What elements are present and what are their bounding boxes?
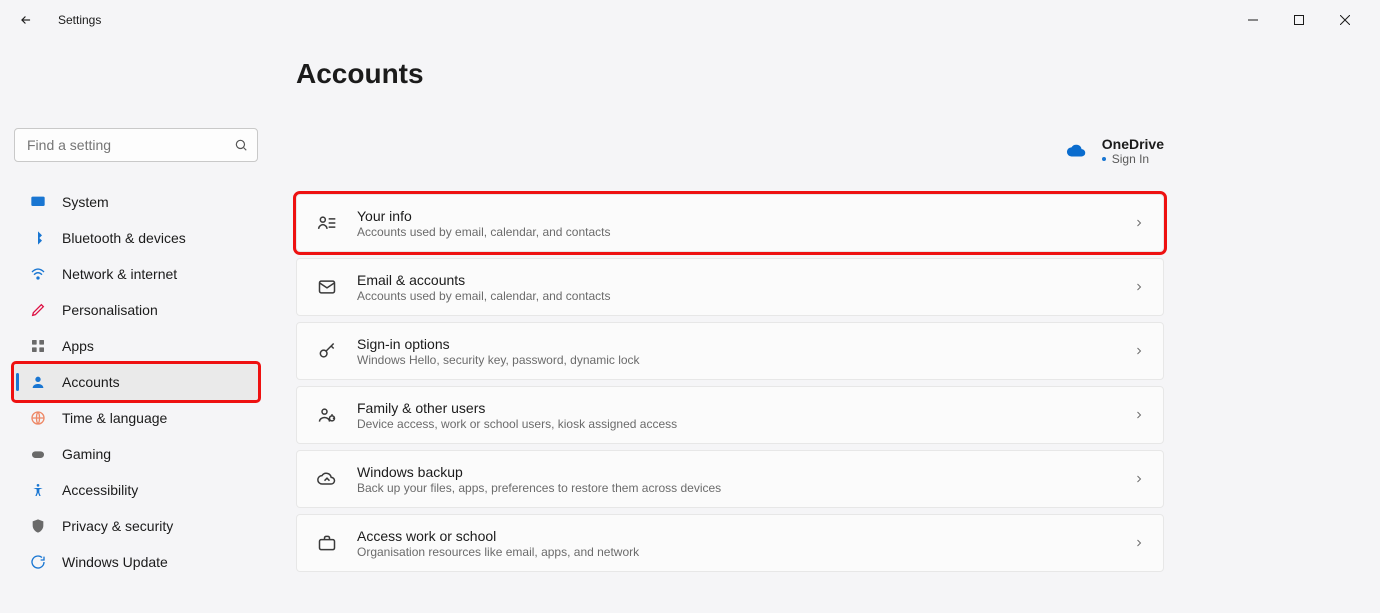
sidebar-item-label: Time & language <box>62 410 167 426</box>
card-text: Windows backup Back up your files, apps,… <box>357 464 1133 495</box>
sidebar-item-label: Windows Update <box>62 554 168 570</box>
sidebar-item-bluetooth[interactable]: Bluetooth & devices <box>14 220 258 256</box>
sidebar-nav: System Bluetooth & devices Network & int… <box>14 184 258 580</box>
accounts-icon <box>28 372 48 392</box>
sidebar-item-label: Accounts <box>62 374 120 390</box>
update-icon <box>28 552 48 572</box>
chevron-right-icon <box>1133 473 1145 485</box>
sidebar-item-privacy[interactable]: Privacy & security <box>14 508 258 544</box>
window-controls <box>1230 4 1368 36</box>
minimize-button[interactable] <box>1230 4 1276 36</box>
search-input[interactable] <box>14 128 258 162</box>
onedrive-title: OneDrive <box>1102 136 1164 152</box>
briefcase-icon <box>315 531 339 555</box>
back-button[interactable] <box>12 6 40 34</box>
sidebar-item-network[interactable]: Network & internet <box>14 256 258 292</box>
chevron-right-icon <box>1133 217 1145 229</box>
window-title: Settings <box>58 13 101 27</box>
sidebar-item-personalisation[interactable]: Personalisation <box>14 292 258 328</box>
card-sub: Windows Hello, security key, password, d… <box>357 353 1133 367</box>
titlebar: Settings <box>0 0 1380 40</box>
sidebar-item-accounts[interactable]: Accounts <box>14 364 258 400</box>
chevron-right-icon <box>1133 409 1145 421</box>
wifi-icon <box>28 264 48 284</box>
onedrive-row: OneDrive Sign In <box>296 136 1164 166</box>
shield-icon <box>28 516 48 536</box>
accessibility-icon <box>28 480 48 500</box>
key-icon <box>315 339 339 363</box>
card-sub: Device access, work or school users, kio… <box>357 417 1133 431</box>
close-button[interactable] <box>1322 4 1368 36</box>
card-title: Windows backup <box>357 464 1133 480</box>
onedrive-signin-link[interactable]: Sign In <box>1112 152 1149 166</box>
chevron-right-icon <box>1133 537 1145 549</box>
cloud-icon <box>1066 140 1088 162</box>
card-sub: Organisation resources like email, apps,… <box>357 545 1133 559</box>
card-work-school[interactable]: Access work or school Organisation resou… <box>296 514 1164 572</box>
sidebar-item-label: System <box>62 194 109 210</box>
brush-icon <box>28 300 48 320</box>
onedrive-text: OneDrive Sign In <box>1102 136 1164 166</box>
maximize-button[interactable] <box>1276 4 1322 36</box>
search-icon <box>234 138 248 152</box>
sidebar-item-label: Gaming <box>62 446 111 462</box>
card-text: Sign-in options Windows Hello, security … <box>357 336 1133 367</box>
system-icon <box>28 192 48 212</box>
onedrive-action-row: Sign In <box>1102 152 1164 166</box>
main-content: Accounts OneDrive Sign In Your <box>272 40 1380 613</box>
sidebar-item-gaming[interactable]: Gaming <box>14 436 258 472</box>
sidebar-item-accessibility[interactable]: Accessibility <box>14 472 258 508</box>
card-title: Sign-in options <box>357 336 1133 352</box>
card-title: Email & accounts <box>357 272 1133 288</box>
card-title: Access work or school <box>357 528 1133 544</box>
sidebar-item-label: Accessibility <box>62 482 138 498</box>
card-your-info[interactable]: Your info Accounts used by email, calend… <box>296 194 1164 252</box>
card-sub: Back up your files, apps, preferences to… <box>357 481 1133 495</box>
card-sub: Accounts used by email, calendar, and co… <box>357 225 1133 239</box>
bluetooth-icon <box>28 228 48 248</box>
family-icon <box>315 403 339 427</box>
sidebar-item-label: Apps <box>62 338 94 354</box>
page-title: Accounts <box>296 58 1360 90</box>
cards-list: Your info Accounts used by email, calend… <box>296 194 1164 572</box>
sidebar: System Bluetooth & devices Network & int… <box>0 40 272 613</box>
card-text: Access work or school Organisation resou… <box>357 528 1133 559</box>
search-wrapper <box>14 128 258 162</box>
sidebar-item-label: Bluetooth & devices <box>62 230 186 246</box>
card-signin-options[interactable]: Sign-in options Windows Hello, security … <box>296 322 1164 380</box>
status-dot-icon <box>1102 157 1106 161</box>
sidebar-item-label: Network & internet <box>62 266 177 282</box>
backup-icon <box>315 467 339 491</box>
sidebar-item-apps[interactable]: Apps <box>14 328 258 364</box>
apps-icon <box>28 336 48 356</box>
card-windows-backup[interactable]: Windows backup Back up your files, apps,… <box>296 450 1164 508</box>
chevron-right-icon <box>1133 345 1145 357</box>
onedrive-card[interactable]: OneDrive Sign In <box>1066 136 1164 166</box>
chevron-right-icon <box>1133 281 1145 293</box>
card-email-accounts[interactable]: Email & accounts Accounts used by email,… <box>296 258 1164 316</box>
sidebar-item-time-language[interactable]: Time & language <box>14 400 258 436</box>
sidebar-item-windows-update[interactable]: Windows Update <box>14 544 258 580</box>
sidebar-item-label: Privacy & security <box>62 518 173 534</box>
card-text: Family & other users Device access, work… <box>357 400 1133 431</box>
card-sub: Accounts used by email, calendar, and co… <box>357 289 1133 303</box>
person-list-icon <box>315 211 339 235</box>
globe-icon <box>28 408 48 428</box>
card-text: Email & accounts Accounts used by email,… <box>357 272 1133 303</box>
card-family-users[interactable]: Family & other users Device access, work… <box>296 386 1164 444</box>
card-text: Your info Accounts used by email, calend… <box>357 208 1133 239</box>
sidebar-item-label: Personalisation <box>62 302 158 318</box>
mail-icon <box>315 275 339 299</box>
sidebar-item-system[interactable]: System <box>14 184 258 220</box>
card-title: Family & other users <box>357 400 1133 416</box>
gaming-icon <box>28 444 48 464</box>
card-title: Your info <box>357 208 1133 224</box>
